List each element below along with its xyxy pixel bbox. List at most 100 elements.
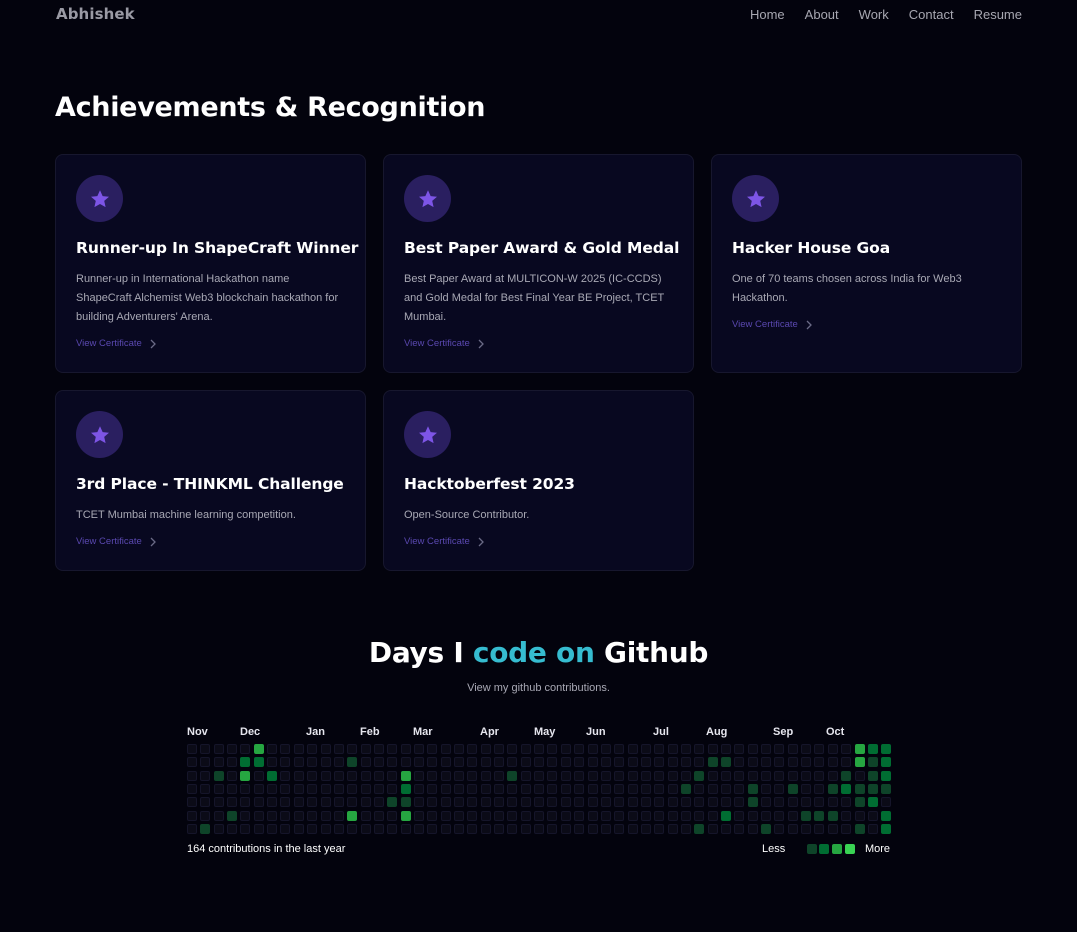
contribution-cell[interactable] xyxy=(534,784,544,794)
contribution-cell[interactable] xyxy=(467,784,477,794)
contribution-cell[interactable] xyxy=(828,757,838,767)
contribution-cell[interactable] xyxy=(481,784,491,794)
contribution-cell[interactable] xyxy=(654,797,664,807)
contribution-cell[interactable] xyxy=(681,757,691,767)
contribution-cell[interactable] xyxy=(547,824,557,834)
contribution-cell[interactable] xyxy=(294,797,304,807)
contribution-cell[interactable] xyxy=(708,784,718,794)
contribution-cell[interactable] xyxy=(788,744,798,754)
contribution-cell[interactable] xyxy=(374,757,384,767)
contribution-cell[interactable] xyxy=(588,811,598,821)
contribution-cell[interactable] xyxy=(374,784,384,794)
contribution-cell[interactable] xyxy=(681,771,691,781)
contribution-cell[interactable] xyxy=(240,744,250,754)
contribution-cell[interactable] xyxy=(668,784,678,794)
contribution-cell[interactable] xyxy=(334,784,344,794)
contribution-cell[interactable] xyxy=(441,757,451,767)
contribution-cell[interactable] xyxy=(361,744,371,754)
contribution-cell[interactable] xyxy=(641,744,651,754)
contribution-cell[interactable] xyxy=(187,811,197,821)
contribution-cell[interactable] xyxy=(681,744,691,754)
contribution-cell[interactable] xyxy=(254,797,264,807)
contribution-cell[interactable] xyxy=(868,797,878,807)
contribution-cell[interactable] xyxy=(814,824,824,834)
contribution-cell[interactable] xyxy=(227,784,237,794)
contribution-cell[interactable] xyxy=(507,757,517,767)
contribution-cell[interactable] xyxy=(454,811,464,821)
nav-link-about[interactable]: About xyxy=(805,7,839,22)
contribution-cell[interactable] xyxy=(494,824,504,834)
contribution-cell[interactable] xyxy=(547,744,557,754)
contribution-cell[interactable] xyxy=(868,744,878,754)
contribution-cell[interactable] xyxy=(881,784,891,794)
contribution-cell[interactable] xyxy=(387,824,397,834)
contribution-cell[interactable] xyxy=(427,824,437,834)
contribution-cell[interactable] xyxy=(267,797,277,807)
contribution-cell[interactable] xyxy=(200,824,210,834)
contribution-cell[interactable] xyxy=(414,824,424,834)
view-certificate-link[interactable]: View Certificate xyxy=(732,319,1001,330)
contribution-cell[interactable] xyxy=(721,784,731,794)
contribution-cell[interactable] xyxy=(494,771,504,781)
contribution-cell[interactable] xyxy=(601,811,611,821)
contribution-cell[interactable] xyxy=(734,771,744,781)
contribution-cell[interactable] xyxy=(614,757,624,767)
contribution-cell[interactable] xyxy=(828,744,838,754)
contribution-cell[interactable] xyxy=(334,771,344,781)
contribution-cell[interactable] xyxy=(708,771,718,781)
contribution-cell[interactable] xyxy=(574,784,584,794)
contribution-cell[interactable] xyxy=(668,811,678,821)
contribution-cell[interactable] xyxy=(187,824,197,834)
contribution-cell[interactable] xyxy=(534,757,544,767)
contribution-cell[interactable] xyxy=(214,824,224,834)
contribution-cell[interactable] xyxy=(748,771,758,781)
contribution-cell[interactable] xyxy=(347,757,357,767)
contribution-cell[interactable] xyxy=(561,744,571,754)
contribution-cell[interactable] xyxy=(761,757,771,767)
contribution-cell[interactable] xyxy=(401,797,411,807)
contribution-cell[interactable] xyxy=(280,797,290,807)
contribution-cell[interactable] xyxy=(628,744,638,754)
view-certificate-link[interactable]: View Certificate xyxy=(404,338,673,349)
contribution-cell[interactable] xyxy=(521,744,531,754)
contribution-cell[interactable] xyxy=(187,744,197,754)
contribution-cell[interactable] xyxy=(280,784,290,794)
contribution-cell[interactable] xyxy=(467,771,477,781)
contribution-cell[interactable] xyxy=(774,757,784,767)
contribution-cell[interactable] xyxy=(227,797,237,807)
contribution-cell[interactable] xyxy=(361,784,371,794)
contribution-cell[interactable] xyxy=(254,771,264,781)
contribution-cell[interactable] xyxy=(441,811,451,821)
contribution-cell[interactable] xyxy=(441,824,451,834)
contribution-cell[interactable] xyxy=(788,811,798,821)
contribution-cell[interactable] xyxy=(454,824,464,834)
contribution-cell[interactable] xyxy=(708,744,718,754)
contribution-cell[interactable] xyxy=(841,811,851,821)
contribution-cell[interactable] xyxy=(761,824,771,834)
contribution-cell[interactable] xyxy=(841,744,851,754)
contribution-cell[interactable] xyxy=(801,811,811,821)
contribution-cell[interactable] xyxy=(227,771,237,781)
contribution-cell[interactable] xyxy=(401,757,411,767)
contribution-cell[interactable] xyxy=(441,744,451,754)
contribution-cell[interactable] xyxy=(801,771,811,781)
contribution-cell[interactable] xyxy=(414,771,424,781)
contribution-cell[interactable] xyxy=(521,824,531,834)
nav-link-resume[interactable]: Resume xyxy=(974,7,1022,22)
contribution-cell[interactable] xyxy=(494,811,504,821)
contribution-cell[interactable] xyxy=(855,784,865,794)
contribution-cell[interactable] xyxy=(574,744,584,754)
contribution-cell[interactable] xyxy=(294,744,304,754)
contribution-cell[interactable] xyxy=(841,784,851,794)
contribution-cell[interactable] xyxy=(521,757,531,767)
contribution-cell[interactable] xyxy=(855,744,865,754)
contribution-cell[interactable] xyxy=(467,811,477,821)
contribution-cell[interactable] xyxy=(374,797,384,807)
contribution-cell[interactable] xyxy=(588,784,598,794)
contribution-cell[interactable] xyxy=(547,797,557,807)
contribution-cell[interactable] xyxy=(828,771,838,781)
contribution-cell[interactable] xyxy=(561,757,571,767)
contribution-cell[interactable] xyxy=(214,744,224,754)
contribution-cell[interactable] xyxy=(240,784,250,794)
contribution-cell[interactable] xyxy=(868,757,878,767)
